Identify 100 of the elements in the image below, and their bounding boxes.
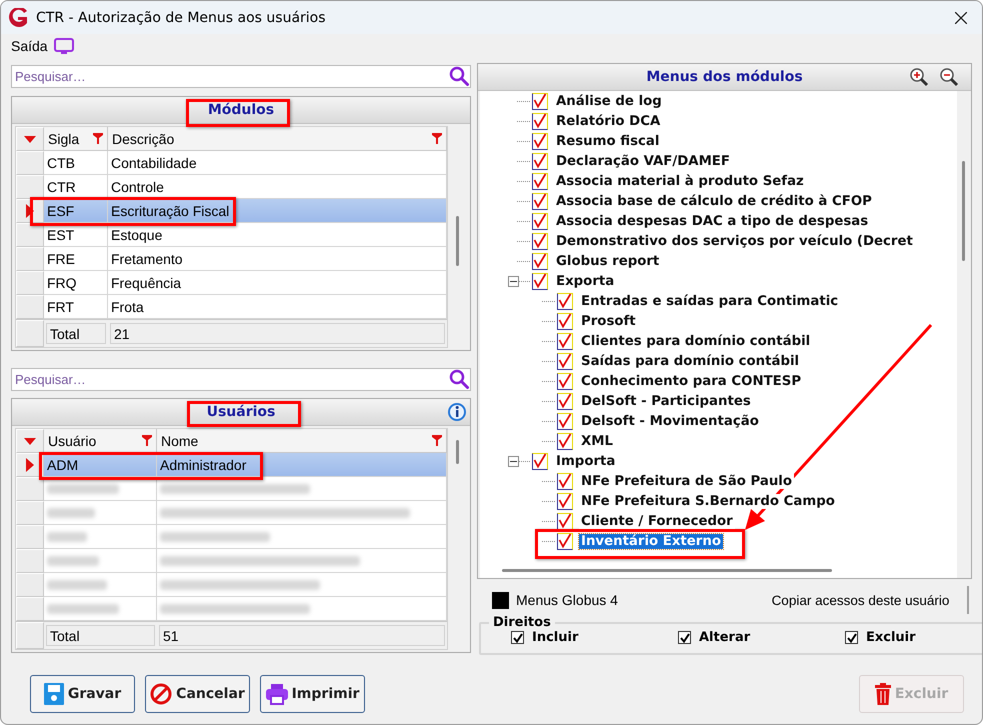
table-cell[interactable]: Estoque — [108, 223, 447, 247]
tree-item[interactable]: Importa — [554, 454, 618, 468]
filter-icon[interactable] — [93, 133, 103, 144]
table-cell[interactable] — [157, 525, 447, 549]
tree-item[interactable]: Declaração VAF/DAMEF — [554, 154, 732, 168]
cancel-button[interactable]: Cancelar — [145, 675, 250, 713]
tree-item[interactable]: Conhecimento para CONTESP — [579, 374, 804, 388]
search-field[interactable]: Pesquisar… — [11, 368, 471, 391]
checkbox[interactable] — [532, 212, 548, 230]
filter-icon[interactable] — [432, 435, 442, 446]
table-cell[interactable] — [44, 525, 157, 549]
checkbox[interactable] — [557, 352, 573, 370]
tree-item[interactable]: Associa material à produto Sefaz — [554, 174, 806, 188]
tree-item[interactable]: Delsoft - Movimentação — [579, 414, 761, 428]
info-icon[interactable] — [447, 402, 467, 422]
table-cell[interactable]: FRT — [44, 295, 108, 319]
search-icon[interactable] — [449, 66, 469, 86]
sort-down-icon[interactable] — [24, 438, 36, 444]
table-cell[interactable]: FRQ — [44, 271, 108, 295]
search-field[interactable]: Pesquisar… — [11, 65, 471, 88]
horizontal-scrollbar[interactable] — [480, 564, 957, 578]
tree-item[interactable]: Cliente / Fornecedor — [579, 514, 735, 528]
close-icon[interactable] — [955, 12, 967, 24]
table-cell[interactable] — [157, 477, 447, 501]
save-button[interactable]: Gravar — [30, 675, 135, 713]
table-cell[interactable] — [157, 597, 447, 621]
checkbox[interactable] — [557, 512, 573, 530]
monitor-icon[interactable] — [54, 38, 74, 54]
tree-item[interactable]: Associa despesas DAC a tipo de despesas — [554, 214, 870, 228]
column-header[interactable] — [16, 429, 44, 453]
checkbox[interactable] — [532, 92, 548, 110]
checkbox[interactable] — [557, 472, 573, 490]
table-cell[interactable] — [44, 597, 157, 621]
filter-icon[interactable] — [142, 435, 152, 446]
tree-item[interactable]: Clientes para domínio contábil — [579, 334, 812, 348]
checkbox[interactable] — [532, 452, 548, 470]
table-cell[interactable]: Administrador — [157, 453, 447, 477]
tree-item[interactable]: Análise de log — [554, 94, 664, 108]
table-cell[interactable]: ADM — [44, 453, 157, 477]
tree-item[interactable]: Exporta — [554, 274, 616, 288]
checkbox[interactable] — [532, 272, 548, 290]
search-icon[interactable] — [449, 369, 469, 389]
checkbox[interactable] — [532, 232, 548, 250]
table-cell[interactable]: Frequência — [108, 271, 447, 295]
checkbox[interactable] — [845, 631, 858, 644]
table-cell[interactable] — [44, 501, 157, 525]
table-cell[interactable]: Escrituração Fiscal — [108, 199, 447, 223]
checkbox[interactable] — [557, 292, 573, 310]
table-cell[interactable] — [157, 501, 447, 525]
checkbox[interactable] — [532, 252, 548, 270]
print-button[interactable]: Imprimir — [260, 675, 365, 713]
tree-item[interactable]: Associa base de cálculo de crédito à CFOP — [554, 194, 874, 208]
checkbox-label[interactable]: Incluir — [511, 630, 678, 645]
table-cell[interactable]: FRE — [44, 247, 108, 271]
sort-down-icon[interactable] — [24, 136, 36, 142]
column-header[interactable] — [16, 127, 44, 151]
table-cell[interactable] — [157, 573, 447, 597]
tree-item[interactable]: NFe Prefeitura de São Paulo — [579, 474, 794, 488]
tree-item[interactable]: Entradas e saídas para Contimatic — [579, 294, 840, 308]
column-header[interactable]: Descrição — [108, 127, 447, 151]
checkbox[interactable] — [557, 392, 573, 410]
checkbox[interactable] — [557, 312, 573, 330]
checkbox-label[interactable]: Excluir — [845, 630, 982, 645]
table-cell[interactable]: Contabilidade — [108, 151, 447, 175]
table-cell[interactable] — [44, 573, 157, 597]
checkbox[interactable] — [678, 631, 691, 644]
tree-item[interactable]: Relatório DCA — [554, 114, 662, 128]
table-cell[interactable]: CTB — [44, 151, 108, 175]
checkbox[interactable] — [532, 172, 548, 190]
checkbox[interactable] — [557, 532, 573, 550]
table-cell[interactable] — [44, 549, 157, 573]
row-indicator[interactable] — [16, 223, 44, 247]
tree-item[interactable]: Resumo fiscal — [554, 134, 662, 148]
table-cell[interactable]: ESF — [44, 199, 108, 223]
tree-item[interactable]: Inventário Externo — [579, 534, 723, 548]
checkbox[interactable] — [557, 372, 573, 390]
tree-item[interactable]: DelSoft - Participantes — [579, 394, 753, 408]
checkbox-label[interactable]: Alterar — [678, 630, 845, 645]
checkbox[interactable] — [557, 492, 573, 510]
checkbox[interactable] — [532, 192, 548, 210]
checkbox[interactable] — [511, 631, 524, 644]
table-cell[interactable] — [157, 549, 447, 573]
menu-item[interactable]: Saída — [11, 38, 48, 54]
checkbox[interactable] — [557, 412, 573, 430]
tree-item[interactable]: Prosoft — [579, 314, 638, 328]
column-header[interactable]: Sigla — [44, 127, 108, 151]
tree-item[interactable]: Globus report — [554, 254, 662, 268]
filter-icon[interactable] — [432, 133, 442, 144]
checkbox[interactable] — [557, 332, 573, 350]
checkbox[interactable] — [532, 152, 548, 170]
column-header[interactable]: Nome — [157, 429, 447, 453]
row-indicator[interactable] — [16, 175, 44, 199]
checkbox[interactable] — [532, 112, 548, 130]
tree-item[interactable]: Demonstrativo dos serviços por veículo (Decret — [554, 234, 915, 248]
column-header[interactable]: Usuário — [44, 429, 157, 453]
table-cell[interactable]: Fretamento — [108, 247, 447, 271]
tree-item[interactable]: NFe Prefeitura S.Bernardo Campo — [579, 494, 837, 508]
row-indicator[interactable] — [16, 477, 44, 501]
checkbox[interactable] — [557, 432, 573, 450]
table-cell[interactable]: Frota — [108, 295, 447, 319]
